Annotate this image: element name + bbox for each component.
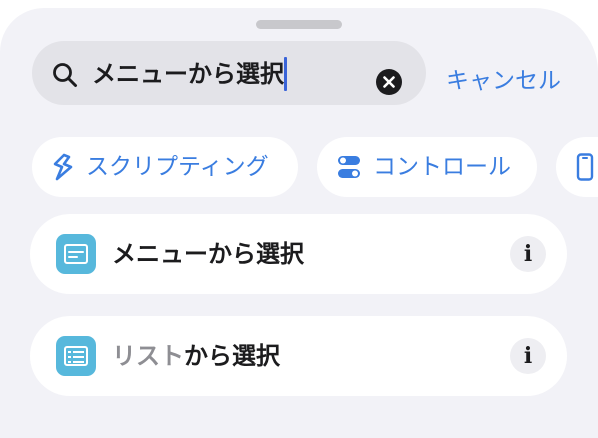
clear-search-button[interactable]: [376, 69, 402, 95]
info-button[interactable]: i: [510, 236, 546, 272]
result-label-rest: から選択: [184, 342, 280, 370]
category-chip-scripting[interactable]: スクリプティング: [32, 137, 298, 197]
result-label: メニューから選択: [112, 240, 304, 268]
cancel-button[interactable]: キャンセル: [446, 66, 561, 96]
result-label: リストから選択: [112, 340, 280, 372]
result-row-choose-from-list[interactable]: リストから選択 i: [30, 316, 567, 396]
scripting-icon: [53, 153, 73, 181]
category-chip-device[interactable]: [556, 137, 598, 197]
list-icon: [56, 336, 96, 376]
result-row-choose-from-menu[interactable]: メニューから選択 i: [30, 214, 567, 294]
device-icon: [576, 153, 594, 181]
search-input[interactable]: メニューから選択: [92, 58, 284, 90]
info-button[interactable]: i: [510, 338, 546, 374]
search-icon: [53, 63, 77, 87]
shortcut-search-sheet: メニューから選択 キャンセル スクリプティング コントロール メニューから選択 …: [0, 8, 598, 438]
sheet-grabber[interactable]: [256, 20, 342, 29]
text-cursor: [284, 57, 287, 91]
category-chip-controls[interactable]: コントロール: [317, 137, 537, 197]
chip-label: スクリプティング: [86, 154, 269, 180]
result-label-highlight: リスト: [112, 342, 184, 370]
close-icon: [383, 76, 395, 88]
menu-list-icon: [56, 234, 96, 274]
chip-label: コントロール: [373, 154, 511, 180]
toggle-controls-icon: [338, 156, 360, 178]
